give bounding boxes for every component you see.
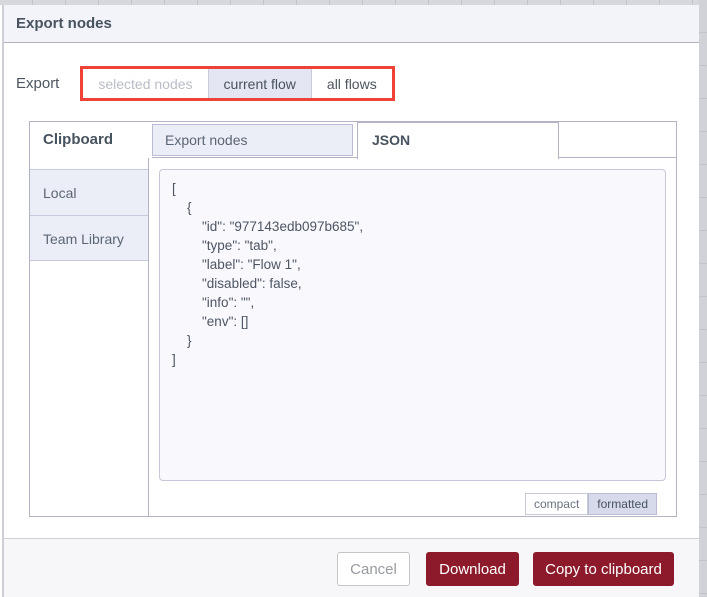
dialog-footer: Cancel Download Copy to clipboard: [4, 538, 699, 597]
export-nodes-dialog: Export nodes Export selected nodes curre…: [2, 5, 699, 597]
annotation-highlight-box: selected nodes current flow all flows: [80, 66, 395, 101]
copy-to-clipboard-button[interactable]: Copy to clipboard: [533, 552, 674, 586]
dialog-title: Export nodes: [16, 15, 112, 32]
formatted-button[interactable]: formatted: [588, 493, 657, 515]
tab-export-nodes[interactable]: Export nodes: [152, 124, 353, 156]
tab-json[interactable]: JSON: [357, 122, 559, 159]
download-button[interactable]: Download: [426, 552, 519, 586]
export-scope-selected-nodes-button[interactable]: selected nodes: [83, 69, 208, 98]
clipboard-section-label: Clipboard: [43, 131, 113, 148]
sidebar-item-team-library[interactable]: Team Library: [30, 215, 148, 261]
sidebar-item-local[interactable]: Local: [30, 169, 148, 215]
cancel-button[interactable]: Cancel: [337, 552, 410, 586]
workspace-grid-right: [699, 0, 707, 597]
export-label: Export: [16, 75, 60, 92]
format-button-group: compact formatted: [524, 493, 657, 515]
export-scope-row: Export selected nodes current flow all f…: [16, 66, 395, 101]
export-scope-all-flows-button[interactable]: all flows: [311, 69, 392, 98]
tab-bar: Clipboard Export nodes JSON: [30, 122, 676, 159]
export-scope-current-flow-button[interactable]: current flow: [207, 69, 312, 98]
export-scope-button-group: selected nodes current flow all flows: [83, 69, 392, 98]
library-sidebar: Local Team Library: [30, 158, 149, 516]
export-panel: Clipboard Export nodes JSON Local Team L…: [29, 121, 677, 517]
compact-button[interactable]: compact: [524, 493, 589, 515]
screen: Export nodes Export selected nodes curre…: [0, 0, 707, 597]
json-export-textarea[interactable]: [ { "id": "977143edb097b685", "type": "t…: [159, 169, 666, 481]
dialog-header: Export nodes: [4, 5, 699, 43]
